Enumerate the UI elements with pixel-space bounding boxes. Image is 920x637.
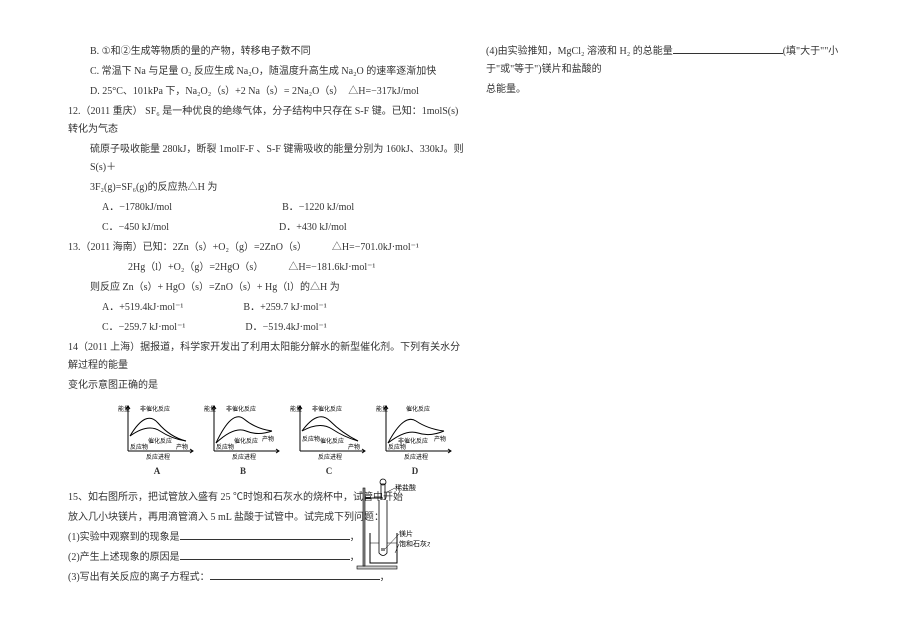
q11-opt-b: B. ①和②生成等物质的量的产物，转移电子数不同 — [90, 43, 468, 61]
q12-a: A．−1780kJ/mol — [102, 199, 172, 217]
q11-opt-c: C. 常温下 Na 与足量 O₂ 反应生成 Na₂O，随温度升高生成 Na₂O … — [90, 63, 468, 81]
q15-sub-4-line2: 总能量。 — [486, 81, 846, 99]
svg-text:产物: 产物 — [434, 435, 446, 443]
q14-stem-1: 14（2011 上海）据报道，科学家开发出了利用太阳能分解水的新型催化剂。下列有… — [68, 339, 468, 375]
graph-a-label: A — [118, 463, 196, 479]
svg-text:饱和石灰水: 饱和石灰水 — [399, 539, 430, 548]
svg-text:能量: 能量 — [118, 405, 130, 413]
svg-text:产物: 产物 — [348, 443, 360, 451]
q15-sub-4-line1: (4)由实验推知，MgCl₂ 溶液和 H₂ 的总能量(填"大于""小于"或"等于… — [486, 43, 846, 79]
svg-text:非催化反应: 非催化反应 — [398, 437, 428, 445]
svg-text:能量: 能量 — [376, 405, 388, 413]
experiment-diagram: 稀盐酸 镁片 饱和石灰水 — [355, 478, 430, 580]
q12-stem-2: 硫原子吸收能量 280kJ，断裂 1molF-F 、S-F 键需吸收的能量分别为… — [90, 141, 468, 177]
svg-text:反应进程: 反应进程 — [232, 453, 256, 461]
q13-stem: 13.（2011 海南）已知：2Zn（s）+O₂（g）=2ZnO（s） △H=−… — [68, 239, 468, 257]
q14-stem-2: 变化示意图正确的是 — [68, 377, 468, 395]
svg-text:反应物: 反应物 — [130, 443, 148, 451]
graph-b-label: B — [204, 463, 282, 479]
q12-b: B．−1220 kJ/mol — [282, 199, 354, 217]
svg-text:催化反应: 催化反应 — [406, 405, 430, 413]
svg-text:镁片: 镁片 — [399, 529, 413, 538]
svg-text:反应进程: 反应进程 — [404, 453, 428, 461]
q12-c: C．−450 kJ/mol — [102, 219, 169, 237]
q12-d: D．+430 kJ/mol — [279, 219, 347, 237]
graph-d-label: D — [376, 463, 454, 479]
q13-ask: 则反应 Zn（s）+ HgO（s）=ZnO（s）+ Hg（l）的△H 为 — [90, 279, 468, 297]
svg-text:产物: 产物 — [176, 443, 188, 451]
graph-d: 能量 催化反应 反应物 非催化反应 产物 反应进程 D — [376, 401, 454, 479]
svg-text:反应进程: 反应进程 — [318, 453, 342, 461]
q11-opt-d: D. 25°C、101kPa 下，Na₂O₂（s）+2 Na（s）= 2Na₂O… — [90, 83, 468, 101]
graph-b: 能量 非催化反应 反应物 催化反应 产物 反应进程 B — [204, 401, 282, 479]
svg-text:能量: 能量 — [290, 405, 302, 413]
svg-text:产物: 产物 — [262, 435, 274, 443]
svg-text:非催化反应: 非催化反应 — [226, 405, 256, 413]
answer-graphs: 能量 非催化反应 反应物 催化反应 产物 反应进程 A 能量 非催化反应 — [118, 401, 468, 479]
svg-text:催化反应: 催化反应 — [148, 437, 172, 445]
q13-c: C．−259.7 kJ·mol⁻¹ — [102, 319, 185, 337]
q12-stem-3: 3F₂(g)=SF₆(g)的反应热△H 为 — [90, 179, 468, 197]
svg-text:能量: 能量 — [204, 405, 216, 413]
svg-text:非催化反应: 非催化反应 — [140, 405, 170, 413]
q13-eq2: 2Hg（l）+O₂（g）=2HgO（s） △H=−181.6kJ·mol⁻¹ — [128, 259, 468, 277]
graph-c-label: C — [290, 463, 368, 479]
svg-text:催化反应: 催化反应 — [320, 437, 344, 445]
svg-text:反应物: 反应物 — [302, 435, 320, 443]
svg-text:反应物: 反应物 — [216, 443, 234, 451]
graph-c: 能量 非催化反应 反应物 催化反应 产物 反应进程 C — [290, 401, 368, 479]
q13-d: D．−519.4kJ·mol⁻¹ — [245, 319, 326, 337]
svg-text:催化反应: 催化反应 — [234, 437, 258, 445]
svg-text:反应进程: 反应进程 — [146, 453, 170, 461]
svg-text:非催化反应: 非催化反应 — [312, 405, 342, 413]
svg-text:稀盐酸: 稀盐酸 — [395, 483, 416, 492]
graph-a: 能量 非催化反应 反应物 催化反应 产物 反应进程 A — [118, 401, 196, 479]
q13-b: B．+259.7 kJ·mol⁻¹ — [243, 299, 326, 317]
q12-stem-1: 12.（2011 重庆） SF₆ 是一种优良的绝缘气体，分子结构中只存在 S-F… — [68, 103, 468, 139]
q13-a: A．+519.4kJ·mol⁻¹ — [102, 299, 183, 317]
